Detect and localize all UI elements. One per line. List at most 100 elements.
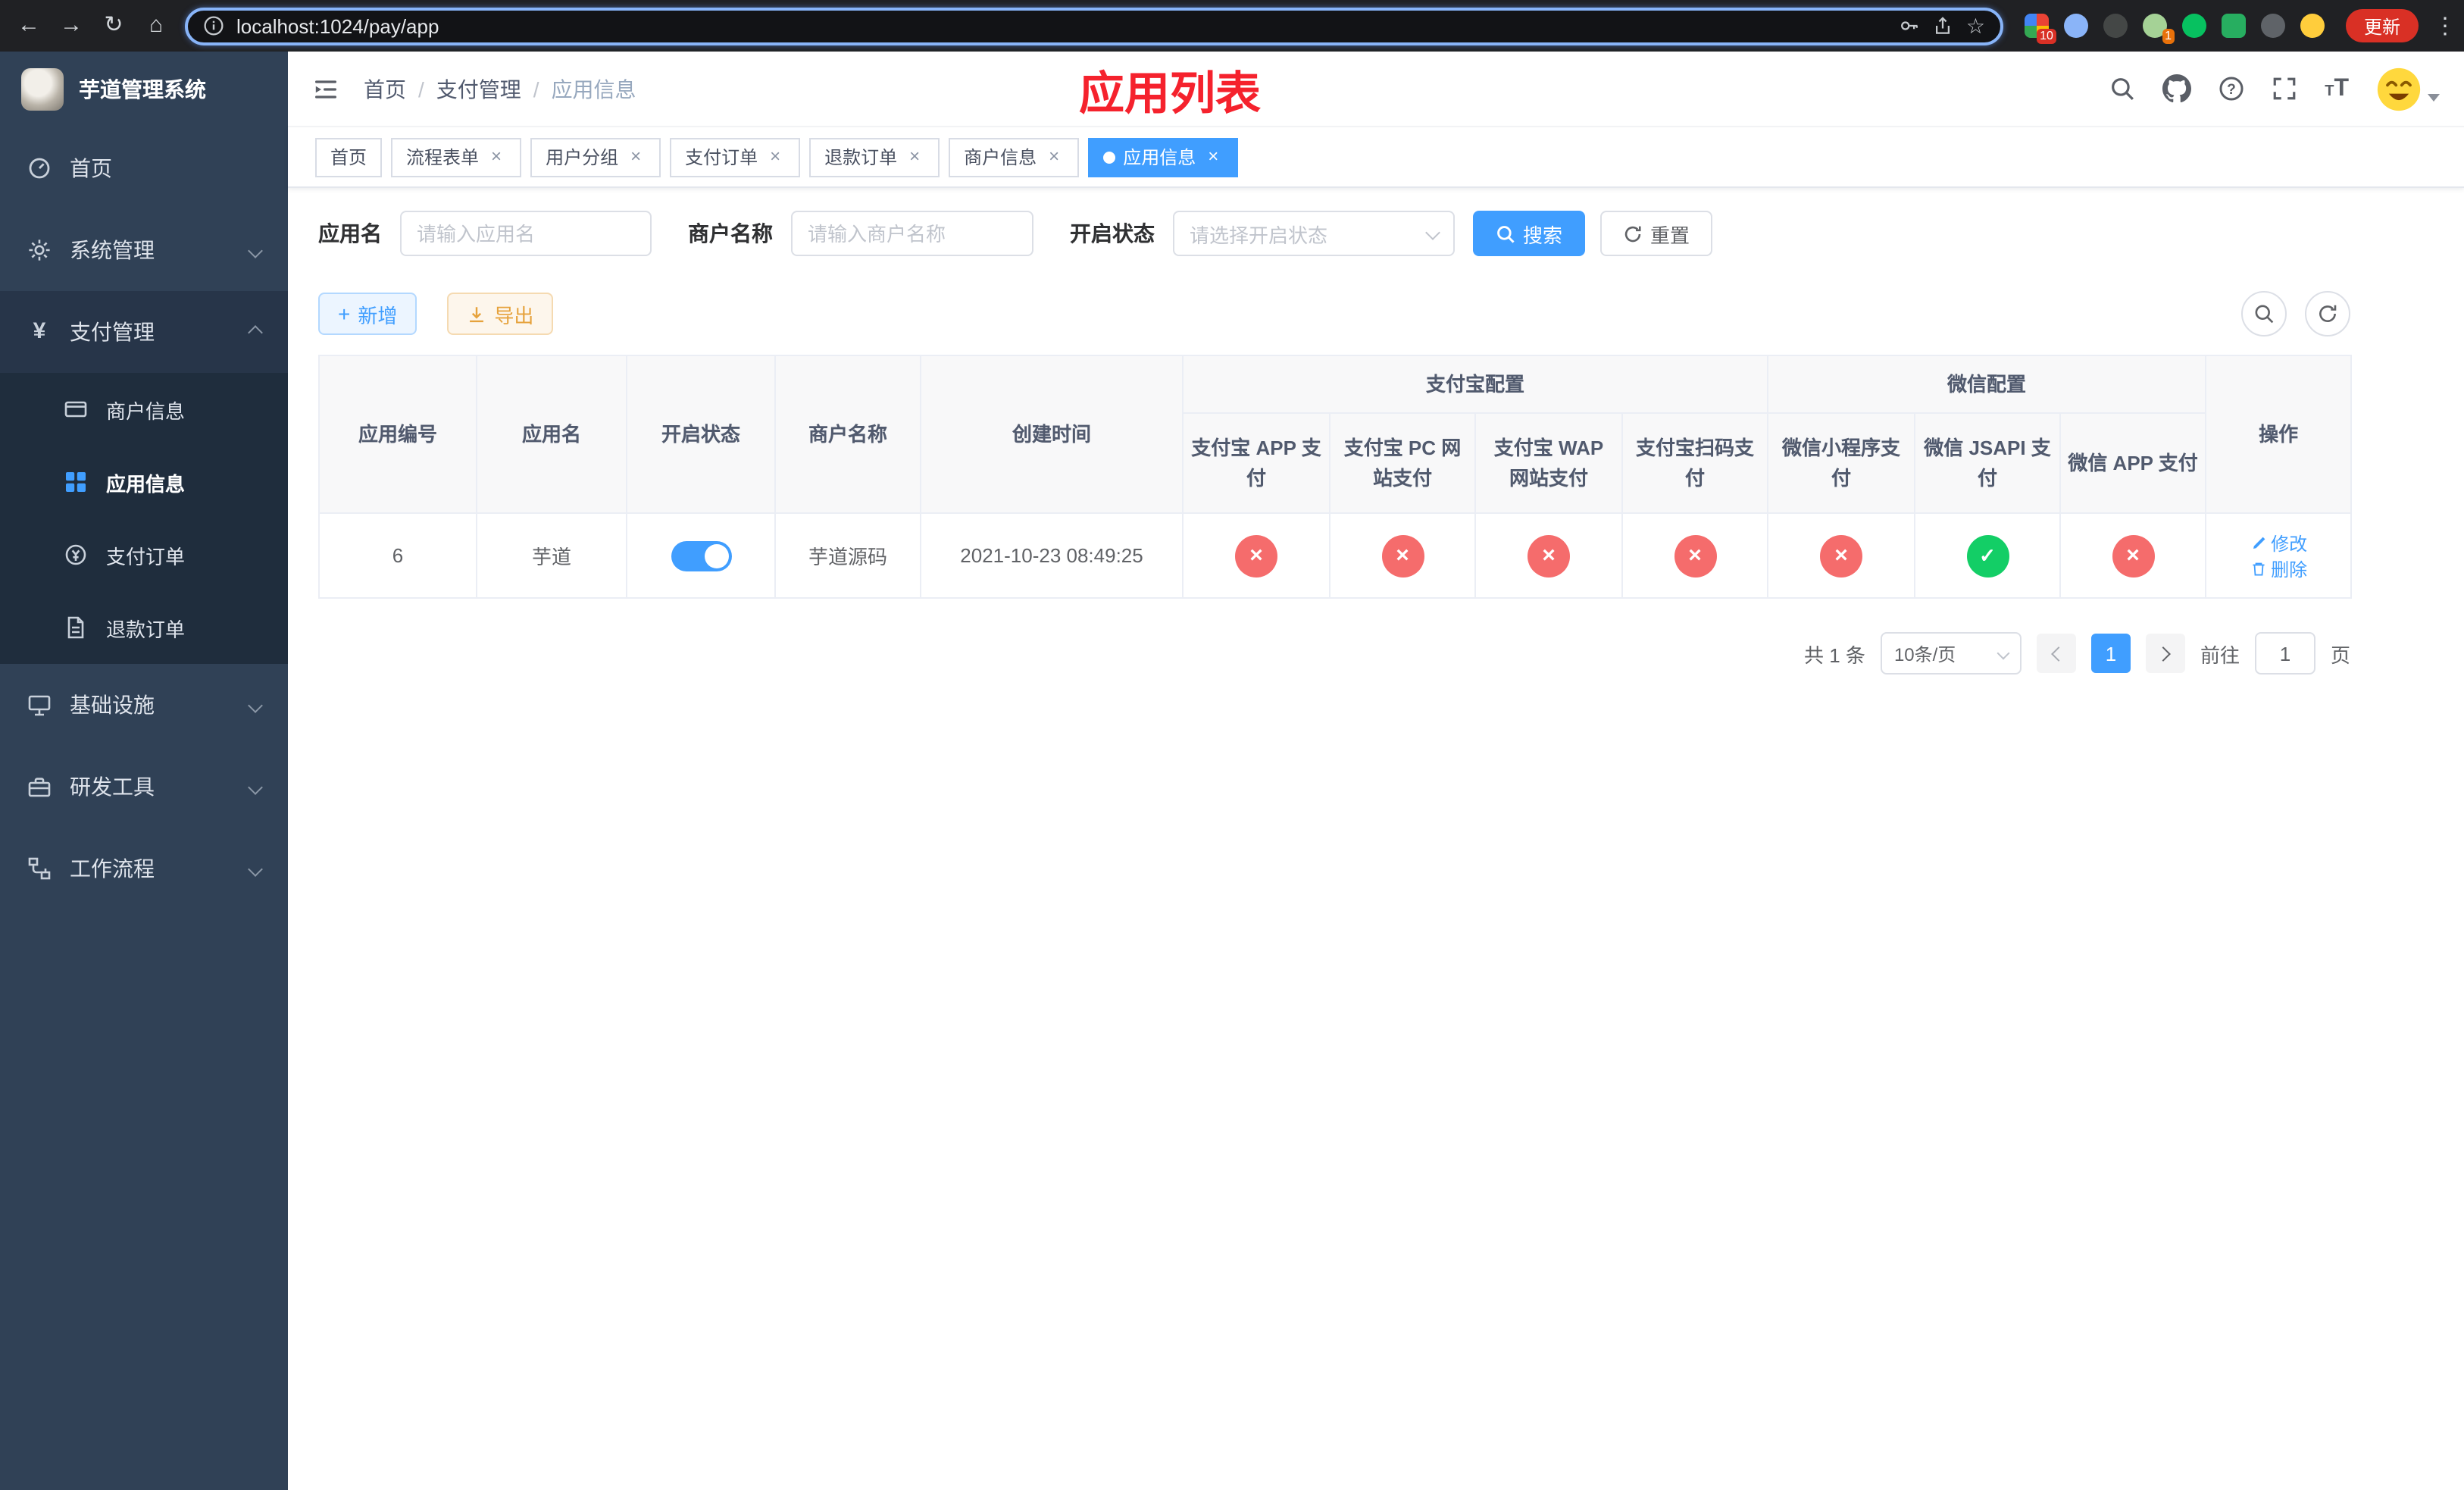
page-size-select[interactable]: 10条/页 [1880,632,2022,675]
content-area: 应用名 商户名称 开启状态 请选择开启状态 搜索 [288,188,2353,1490]
edit-button[interactable]: 修改 [2250,530,2307,556]
tab-user-group[interactable]: 用户分组 × [530,137,661,177]
extension-icon-blue[interactable] [2063,14,2088,38]
tab-refund-orders[interactable]: 退款订单 × [809,137,940,177]
sidebar-item-workflow[interactable]: 工作流程 [0,828,288,909]
breadcrumb-home[interactable]: 首页 [364,74,406,104]
sidebar-item-refund-orders[interactable]: 退款订单 [0,591,288,664]
reset-button[interactable]: 重置 [1600,211,1713,256]
url-text: localhost:1024/pay/app [236,14,439,37]
col-alipay-pc: 支付宝 PC 网站支付 [1329,412,1476,514]
alipay-app-status-icon [1235,534,1277,577]
home-button[interactable]: ⌂ [142,0,170,52]
url-bar[interactable]: localhost:1024/pay/app ☆ [185,7,2003,45]
extension-icon-avatar[interactable]: 1 [2142,14,2175,44]
alipay-pc-status-icon [1381,534,1424,577]
extension-badge: 10 [2037,29,2056,44]
search-icon[interactable] [2109,76,2135,102]
wx-mini-status-icon [1820,534,1863,577]
goto-page-input[interactable] [2254,632,2315,675]
extension-icon-puzzle[interactable] [2260,14,2285,38]
sidebar-item-devtools[interactable]: 研发工具 [0,746,288,828]
sidebar-item-app-info[interactable]: 应用信息 [0,446,288,518]
close-icon[interactable]: × [626,146,646,167]
menu-fold-icon[interactable] [312,75,339,102]
breadcrumb: 首页 / 支付管理 / 应用信息 [364,74,636,104]
extension-icon-wechat[interactable] [2181,14,2206,38]
close-icon[interactable]: × [905,146,924,167]
workflow-icon [27,856,52,881]
password-key-icon[interactable] [1900,15,1921,36]
tab-payment-orders[interactable]: 支付订单 × [670,137,801,177]
close-icon[interactable]: × [1044,146,1064,167]
sidebar-item-payment-orders[interactable]: 支付订单 [0,518,288,591]
close-icon[interactable]: × [765,146,785,167]
header-actions: ? TT [2109,66,2440,111]
sidebar-item-home[interactable]: 首页 [0,127,288,209]
github-icon[interactable] [2162,74,2192,103]
tab-app-info[interactable]: 应用信息 × [1088,137,1239,177]
share-icon[interactable] [1933,15,1954,36]
delete-button[interactable]: 删除 [2250,556,2307,581]
add-button[interactable]: + 新增 [318,293,417,335]
chevron-down-icon [1997,646,2010,660]
cell-merchant: 芋道源码 [774,512,921,599]
bookmark-star-icon[interactable]: ☆ [1966,13,1985,39]
sidebar-item-infrastructure[interactable]: 基础设施 [0,664,288,746]
sidebar-item-merchant-info[interactable]: 商户信息 [0,373,288,446]
goto-label: 前往 [2200,643,2240,666]
chevron-down-icon [2428,94,2440,102]
close-icon[interactable]: × [486,146,506,167]
prev-page-button[interactable] [2036,634,2076,673]
browser-menu-icon[interactable]: ⋮ [2434,12,2456,39]
merchant-name-input[interactable] [791,211,1033,256]
extension-icon-dark[interactable] [2103,14,2128,38]
tab-merchant-info[interactable]: 商户信息 × [949,137,1080,177]
tab-bar: 首页 流程表单 × 用户分组 × 支付订单 × 退款订单 × 商户信息 × 应用… [288,127,2464,188]
status-select[interactable]: 请选择开启状态 [1173,211,1455,256]
extension-icon-collage[interactable]: 10 [2024,14,2056,44]
page-number-button[interactable]: 1 [2090,634,2131,673]
wx-jsapi-status-icon [1966,534,2009,577]
cell-app-id: 6 [318,512,477,599]
export-button[interactable]: 导出 [447,293,554,335]
page-title: 应用列表 [1079,69,1261,119]
sidebar-item-payment[interactable]: ¥ 支付管理 [0,291,288,373]
col-alipay-app: 支付宝 APP 支付 [1182,412,1330,514]
alipay-qr-status-icon [1674,534,1716,577]
sidebar-item-system[interactable]: 系统管理 [0,209,288,291]
col-app-id: 应用编号 [318,355,477,514]
status-toggle[interactable] [671,540,731,571]
extension-icon-face[interactable] [2300,14,2325,38]
site-info-icon[interactable] [203,15,224,36]
col-created: 创建时间 [920,355,1184,514]
browser-update-button[interactable]: 更新 [2345,9,2419,42]
app-name-label: 应用名 [318,221,382,246]
back-button[interactable]: ← [15,0,42,52]
fullscreen-icon[interactable] [2272,76,2297,102]
col-wx-jsapi: 微信 JSAPI 支付 [1914,412,2062,514]
col-wx-app: 微信 APP 支付 [2059,412,2207,514]
close-icon[interactable]: × [1203,146,1223,167]
reload-button[interactable]: ↻ [100,0,127,52]
help-icon[interactable]: ? [2219,76,2244,102]
toolbox-icon [27,775,52,799]
tab-home[interactable]: 首页 [315,137,383,177]
extension-icon-green-square[interactable] [2221,14,2246,38]
next-page-button[interactable] [2145,634,2185,673]
tab-process-form[interactable]: 流程表单 × [391,137,522,177]
sidebar: 芋道管理系统 首页 系统管理 ¥ 支付管理 商户信息 应用信息 支付订单 退款订… [0,52,288,1490]
font-size-icon[interactable]: TT [2325,75,2349,102]
user-avatar[interactable] [2376,66,2440,111]
sidebar-menu: 首页 系统管理 ¥ 支付管理 商户信息 应用信息 支付订单 退款订单 基础设施 … [0,127,288,909]
search-button[interactable]: 搜索 [1473,211,1586,256]
app-name-input[interactable] [400,211,652,256]
chevron-down-icon [248,861,263,876]
show-search-toggle-button[interactable] [2241,291,2287,337]
cell-status [626,512,776,599]
refresh-button[interactable] [2305,291,2350,337]
col-app-name: 应用名 [476,355,627,514]
forward-button[interactable]: → [58,0,85,52]
page-header: 首页 / 支付管理 / 应用信息 应用列表 ? T T [288,52,2464,127]
breadcrumb-payment[interactable]: 支付管理 [436,74,521,104]
